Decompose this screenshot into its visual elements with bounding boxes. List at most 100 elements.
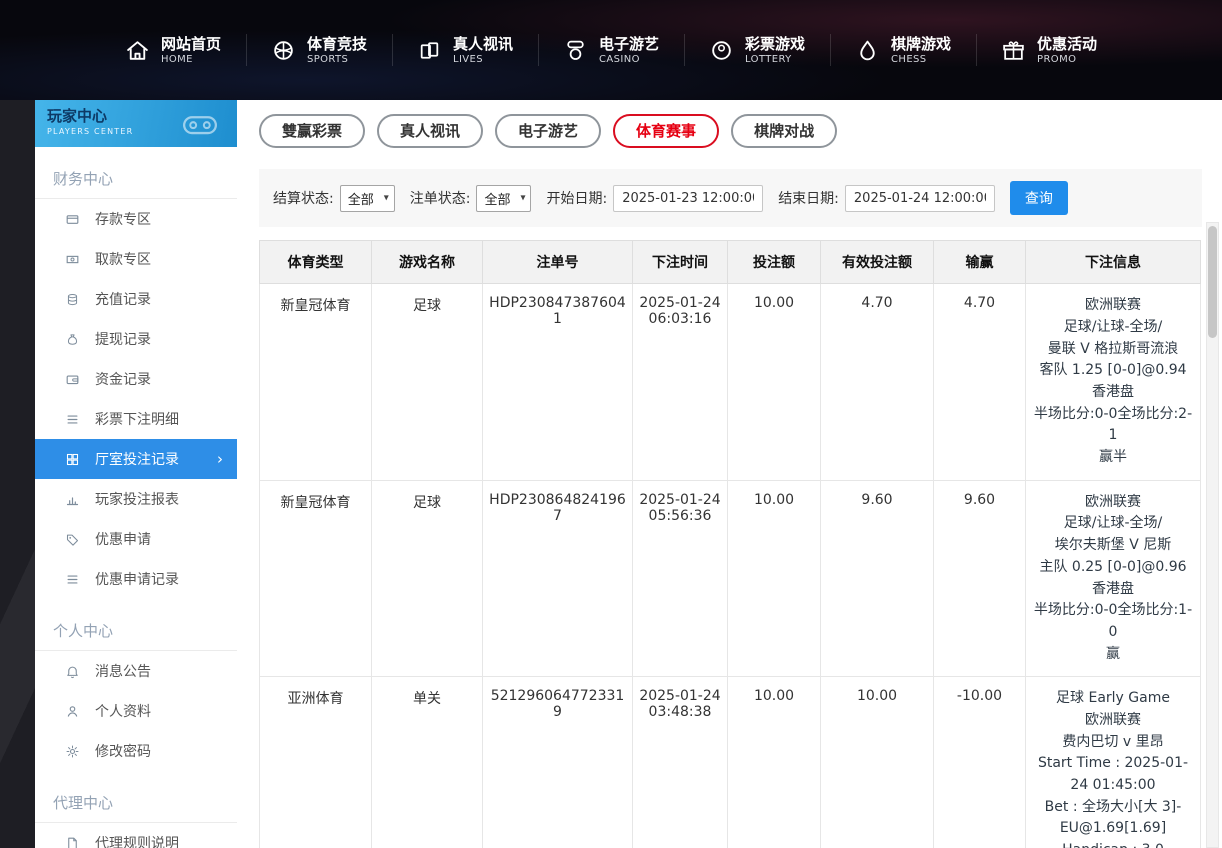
tab-lottery[interactable]: 雙赢彩票 [259, 114, 365, 148]
sidebar-item-label: 优惠申请记录 [95, 569, 179, 589]
cell-game: 足球 [372, 480, 483, 677]
sidebar-item-withdrawal-records[interactable]: 提现记录 [35, 319, 237, 359]
bet-status-value: 全部 [484, 193, 510, 208]
nav-label: 网站首页 [161, 35, 221, 54]
sports-ball-icon [271, 38, 296, 63]
sidebar-item-label: 个人资料 [95, 701, 151, 721]
start-date-input[interactable] [613, 185, 763, 212]
cell-amount: 10.00 [728, 677, 821, 848]
tab-live[interactable]: 真人视讯 [377, 114, 483, 148]
nav-sublabel: SPORTS [307, 54, 367, 65]
sidebar-item-lottery-bet-details[interactable]: 彩票下注明细 [35, 399, 237, 439]
cell-win-loss: 9.60 [934, 480, 1026, 677]
nav-item-promo[interactable]: 优惠活动PROMO [976, 27, 1122, 73]
nav-item-lives[interactable]: 真人视讯LIVES [392, 27, 538, 73]
column-header-bet-info: 下注信息 [1026, 241, 1201, 284]
column-header-bet-time: 下注时间 [633, 241, 728, 284]
nav-label: 棋牌游戏 [891, 35, 951, 54]
start-date-group: 开始日期: [546, 185, 763, 212]
nav-label: 优惠活动 [1037, 35, 1097, 54]
sidebar-item-fund-records[interactable]: 资金记录 [35, 359, 237, 399]
sidebar-item-agent-rules[interactable]: 代理规则说明 [35, 823, 237, 848]
settle-status-select[interactable]: 全部 [340, 185, 395, 212]
sidebar-item-hall-bet-records[interactable]: 厅室投注记录 › [35, 439, 237, 479]
sidebar-item-label: 彩票下注明细 [95, 409, 179, 429]
cell-bet-time: 2025-01-24 06:03:16 [633, 284, 728, 481]
cell-amount: 10.00 [728, 284, 821, 481]
cell-sport: 亚洲体育 [260, 677, 372, 848]
cell-sport: 新皇冠体育 [260, 284, 372, 481]
tag-icon [65, 532, 80, 547]
nav-item-home[interactable]: 网站首页HOME [100, 27, 246, 73]
sidebar: 玩家中心 PLAYERS CENTER 财务中心 存款专区 取款专区 充值记录 … [35, 100, 237, 848]
cell-valid-amount: 10.00 [821, 677, 934, 848]
gamepad-icon [173, 107, 227, 141]
bet-status-select[interactable]: 全部 [476, 185, 531, 212]
user-icon [65, 704, 80, 719]
column-header-amount: 投注额 [728, 241, 821, 284]
sidebar-item-recharge-records[interactable]: 充值记录 [35, 279, 237, 319]
nav-sublabel: CHESS [891, 54, 951, 65]
table-row: 亚洲体育 单关 5212960647723319 2025-01-24 03:4… [260, 677, 1201, 848]
category-tabs: 雙赢彩票 真人视讯 电子游艺 体育赛事 棋牌对战 [259, 114, 1202, 148]
cell-bet-info: 欧洲联赛 足球/让球-全场/ 曼联 V 格拉斯哥流浪 客队 1.25 [0-0]… [1026, 284, 1201, 481]
list-icon [65, 412, 80, 427]
cell-bet-no: 5212960647723319 [483, 677, 633, 848]
grid-icon [65, 452, 80, 467]
cell-valid-amount: 4.70 [821, 284, 934, 481]
cell-sport: 新皇冠体育 [260, 480, 372, 677]
nav-item-lottery[interactable]: 彩票游戏LOTTERY [684, 27, 830, 73]
nav-label: 真人视讯 [453, 35, 513, 54]
tab-chess[interactable]: 棋牌对战 [731, 114, 837, 148]
start-date-label: 开始日期: [546, 188, 607, 208]
end-date-input[interactable] [845, 185, 995, 212]
filter-bar: 结算状态: 全部 注单状态: 全部 开始日期: 结束日期: 查询 [259, 169, 1202, 227]
sidebar-item-withdraw[interactable]: 取款专区 [35, 239, 237, 279]
sidebar-item-label: 充值记录 [95, 289, 151, 309]
sidebar-item-promo-apply[interactable]: 优惠申请 [35, 519, 237, 559]
nav-item-sports[interactable]: 体育竞技SPORTS [246, 27, 392, 73]
cell-bet-info: 足球 Early Game 欧洲联赛 费内巴切 v 里昂 Start Time … [1026, 677, 1201, 848]
vertical-scrollbar[interactable] [1206, 222, 1219, 848]
banknote-icon [65, 252, 80, 267]
sidebar-section-finance: 财务中心 [35, 147, 237, 199]
end-date-label: 结束日期: [778, 188, 839, 208]
cell-win-loss: -10.00 [934, 677, 1026, 848]
sidebar-item-player-bet-report[interactable]: 玩家投注报表 [35, 479, 237, 519]
sidebar-item-label: 代理规则说明 [95, 833, 179, 848]
column-header-sport: 体育类型 [260, 241, 372, 284]
sidebar-item-deposit[interactable]: 存款专区 [35, 199, 237, 239]
nav-label: 体育竞技 [307, 35, 367, 54]
scrollbar-thumb[interactable] [1208, 226, 1217, 338]
tab-casino[interactable]: 电子游艺 [495, 114, 601, 148]
nav-sublabel: LOTTERY [745, 54, 805, 65]
gear-icon [65, 744, 80, 759]
tab-sports[interactable]: 体育赛事 [613, 114, 719, 148]
nav-label: 电子游艺 [599, 35, 659, 54]
sidebar-item-label: 提现记录 [95, 329, 151, 349]
sidebar-item-profile[interactable]: 个人资料 [35, 691, 237, 731]
nav-item-chess[interactable]: 棋牌游戏CHESS [830, 27, 976, 73]
sidebar-item-promo-apply-records[interactable]: 优惠申请记录 [35, 559, 237, 599]
nav-item-casino[interactable]: 电子游艺CASINO [538, 27, 684, 73]
column-header-valid-amount: 有效投注额 [821, 241, 934, 284]
sidebar-item-label: 修改密码 [95, 741, 151, 761]
cell-win-loss: 4.70 [934, 284, 1026, 481]
sidebar-item-label: 厅室投注记录 [95, 449, 179, 469]
search-button[interactable]: 查询 [1010, 181, 1068, 215]
sidebar-item-messages[interactable]: 消息公告 [35, 651, 237, 691]
cell-bet-no: HDP2308473876041 [483, 284, 633, 481]
coins-icon [65, 292, 80, 307]
nav-sublabel: HOME [161, 54, 221, 65]
money-bag-icon [65, 332, 80, 347]
table-row: 新皇冠体育 足球 HDP2308648241967 2025-01-24 05:… [260, 480, 1201, 677]
column-header-bet-no: 注单号 [483, 241, 633, 284]
table-header-row: 体育类型 游戏名称 注单号 下注时间 投注额 有效投注额 输赢 下注信息 [260, 241, 1201, 284]
cell-bet-time: 2025-01-24 03:48:38 [633, 677, 728, 848]
cell-game: 单关 [372, 677, 483, 848]
nav-sublabel: CASINO [599, 54, 659, 65]
bet-status-label: 注单状态: [410, 188, 471, 208]
sidebar-item-change-password[interactable]: 修改密码 [35, 731, 237, 771]
bet-records-table: 体育类型 游戏名称 注单号 下注时间 投注额 有效投注额 输赢 下注信息 新皇冠… [259, 240, 1201, 848]
nav-sublabel: PROMO [1037, 54, 1097, 65]
